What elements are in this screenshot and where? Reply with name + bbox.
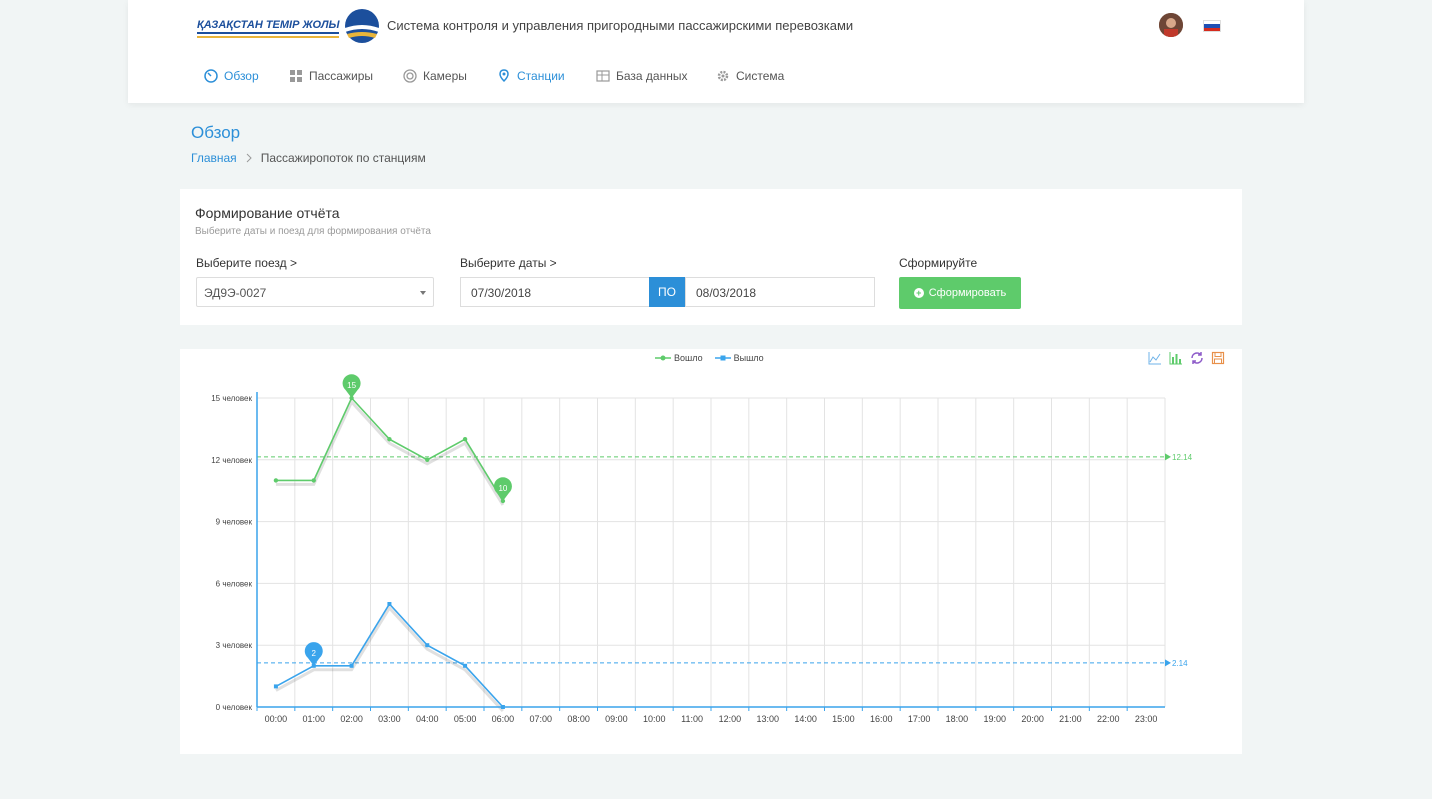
x-tick-label: 16:00 (870, 714, 893, 724)
report-form-card: Формирование отчёта Выберите даты и поез… (180, 189, 1242, 325)
y-tick-label: 9 человек (216, 518, 253, 527)
mean-label: 12.14 (1172, 453, 1193, 462)
date-to-input[interactable]: 08/03/2018 (685, 277, 875, 307)
chevron-down-icon (420, 291, 426, 295)
dashboard-icon (204, 69, 218, 83)
x-tick-label: 11:00 (681, 714, 703, 724)
nav-item-cameras[interactable]: Камеры (403, 69, 467, 83)
data-point[interactable] (311, 478, 316, 483)
chart-card: Вошло Вышло 12.14 2.14 15 10 2 0 человек 3 ч… (180, 349, 1242, 754)
dates-label: Выберите даты > (460, 256, 557, 270)
breadcrumb: Главная Пассажиропоток по станциям (191, 151, 426, 165)
x-tick-label: 08:00 (567, 714, 590, 724)
plus-circle-icon: + (913, 288, 924, 298)
y-tick-label: 3 человек (216, 641, 253, 650)
train-select[interactable]: ЭД9Э-0027 (196, 277, 434, 307)
x-tick-label: 00:00 (265, 714, 288, 724)
date-from-value: 07/30/2018 (471, 286, 532, 300)
x-tick-label: 13:00 (756, 714, 779, 724)
company-logo[interactable]: ҚАЗАҚСТАН ТЕМІР ЖОЛЫ (197, 8, 379, 44)
svg-text:ҚАЗАҚСТАН ТЕМІР ЖОЛЫ: ҚАЗАҚСТАН ТЕМІР ЖОЛЫ (197, 19, 341, 31)
nav-item-database[interactable]: База данных (596, 69, 687, 83)
top-bar: ҚАЗАҚСТАН ТЕМІР ЖОЛЫ Система контроля и … (128, 0, 1304, 103)
chevron-right-icon (246, 153, 252, 163)
x-tick-label: 23:00 (1135, 714, 1158, 724)
data-point[interactable] (425, 457, 430, 462)
submit-label: Сформируйте (899, 256, 978, 270)
y-tick-label: 15 человек (211, 394, 252, 403)
series-shadow (275, 399, 505, 506)
nav-item-system[interactable]: Система (716, 69, 784, 83)
nav-item-stations[interactable]: Станции (497, 69, 565, 83)
line-chart: 12.14 2.14 15 10 2 0 человек 3 человек 6 чело… (211, 374, 1193, 724)
breadcrumb-current: Пассажиропоток по станциям (260, 151, 426, 165)
form-subtitle: Выберите даты и поезд для формирования о… (195, 226, 431, 237)
train-select-value: ЭД9Э-0027 (204, 286, 267, 300)
nav-label: Пассажиры (309, 69, 374, 83)
date-from-input[interactable]: 07/30/2018 (460, 277, 650, 307)
x-tick-label: 18:00 (946, 714, 969, 724)
nav-label: Обзор (224, 69, 259, 83)
x-tick-label: 20:00 (1021, 714, 1044, 724)
x-tick-label: 04:00 (416, 714, 439, 724)
generate-report-button-label: Сформировать (928, 287, 1007, 299)
marker-pin-label: 10 (498, 484, 507, 493)
form-title: Формирование отчёта (195, 205, 340, 221)
nav-label: Система (736, 69, 785, 83)
nav-label: База данных (616, 69, 688, 83)
y-tick-label: 0 человек (216, 703, 253, 712)
data-point[interactable] (273, 478, 279, 483)
nav-label: Камеры (423, 69, 467, 83)
x-tick-label: 09:00 (605, 714, 628, 724)
mean-label: 2.14 (1172, 659, 1188, 668)
mean-arrow (1165, 659, 1171, 667)
x-tick-label: 12:00 (719, 714, 742, 724)
y-tick-label: 12 человек (211, 456, 252, 465)
x-tick-label: 06:00 (492, 714, 515, 724)
breadcrumb-home-link[interactable]: Главная (191, 151, 237, 165)
data-point[interactable] (425, 643, 430, 648)
camera-icon (403, 69, 417, 83)
x-tick-label: 19:00 (983, 714, 1006, 724)
language-flag-icon[interactable] (1203, 20, 1221, 32)
app-title: Система контроля и управления пригородны… (387, 18, 854, 33)
nav-item-overview[interactable]: Обзор (204, 69, 259, 83)
mean-arrow (1165, 453, 1171, 461)
data-point[interactable] (462, 437, 468, 442)
x-tick-label: 02:00 (340, 714, 363, 724)
data-point[interactable] (387, 602, 392, 606)
x-tick-label: 14:00 (794, 714, 817, 724)
x-tick-label: 22:00 (1097, 714, 1120, 724)
marker-pin-label: 15 (347, 381, 356, 390)
marker-pin-label: 2 (312, 649, 317, 658)
date-range-separator: ПО (649, 277, 685, 307)
table-icon (596, 70, 610, 82)
data-point[interactable] (463, 663, 468, 668)
x-tick-label: 07:00 (529, 714, 552, 724)
x-tick-label: 21:00 (1059, 714, 1082, 724)
x-tick-label: 15:00 (832, 714, 855, 724)
x-tick-label: 10:00 (643, 714, 666, 724)
nav-label: Станции (517, 69, 565, 83)
gear-icon (717, 70, 729, 82)
train-label: Выберите поезд > (196, 256, 297, 270)
grid-icon (290, 70, 302, 82)
data-point[interactable] (349, 663, 354, 668)
data-point[interactable] (273, 684, 278, 689)
x-tick-label: 01:00 (302, 714, 325, 724)
avatar[interactable] (1159, 13, 1183, 37)
x-tick-label: 17:00 (908, 714, 931, 724)
data-point[interactable] (387, 437, 392, 442)
page-title: Обзор (191, 123, 241, 142)
generate-report-button[interactable]: + Сформировать (899, 277, 1021, 309)
y-tick-label: 6 человек (216, 579, 253, 588)
x-tick-label: 05:00 (454, 714, 477, 724)
map-pin-icon (499, 69, 509, 83)
x-tick-label: 03:00 (378, 714, 401, 724)
nav-item-passengers[interactable]: Пассажиры (289, 69, 373, 83)
date-to-value: 08/03/2018 (696, 286, 757, 300)
